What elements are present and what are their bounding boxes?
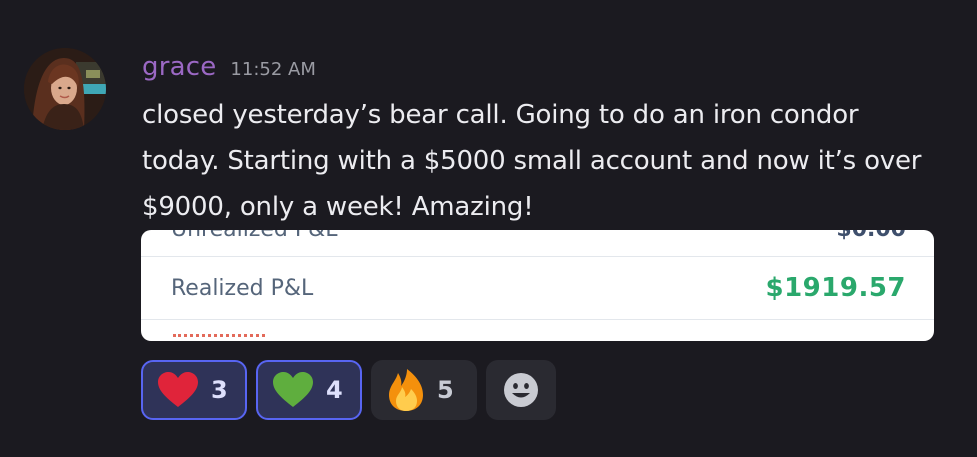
reaction-count: 5	[437, 376, 454, 404]
image-attachment[interactable]: Unrealized P&L $0.00 Realized P&L $1919.…	[141, 230, 934, 341]
reactions-bar: 3 4 5	[141, 360, 556, 420]
realized-pl-label: Realized P&L	[171, 275, 314, 301]
green-heart-icon	[273, 372, 313, 407]
unrealized-pl-value: $0.00	[836, 230, 906, 243]
reaction-fire[interactable]: 5	[371, 360, 477, 420]
message-header: grace 11:52 AM	[142, 52, 316, 82]
reaction-green-heart[interactable]: 4	[256, 360, 362, 420]
realized-pl-row: Realized P&L $1919.57	[171, 272, 906, 304]
reaction-red-heart[interactable]: 3	[141, 360, 247, 420]
unrealized-pl-label: Unrealized P&L	[171, 230, 338, 243]
username[interactable]: grace	[142, 52, 216, 82]
unrealized-pl-row: Unrealized P&L $0.00	[171, 230, 906, 243]
reaction-count: 4	[326, 376, 343, 404]
smiley-icon	[504, 373, 538, 407]
avatar[interactable]	[24, 48, 106, 130]
realized-pl-value: $1919.57	[765, 273, 906, 303]
divider	[141, 319, 934, 320]
fire-icon	[389, 369, 423, 411]
add-reaction-button[interactable]	[486, 360, 556, 420]
reaction-count: 3	[211, 376, 228, 404]
chat-message: grace 11:52 AM closed yesterday’s bear c…	[0, 0, 977, 457]
red-heart-icon	[158, 372, 198, 407]
cut-off-text	[173, 334, 265, 341]
avatar-photo	[24, 48, 106, 130]
message-text: closed yesterday’s bear call. Going to d…	[142, 100, 922, 222]
timestamp: 11:52 AM	[230, 59, 316, 80]
divider	[141, 256, 934, 257]
